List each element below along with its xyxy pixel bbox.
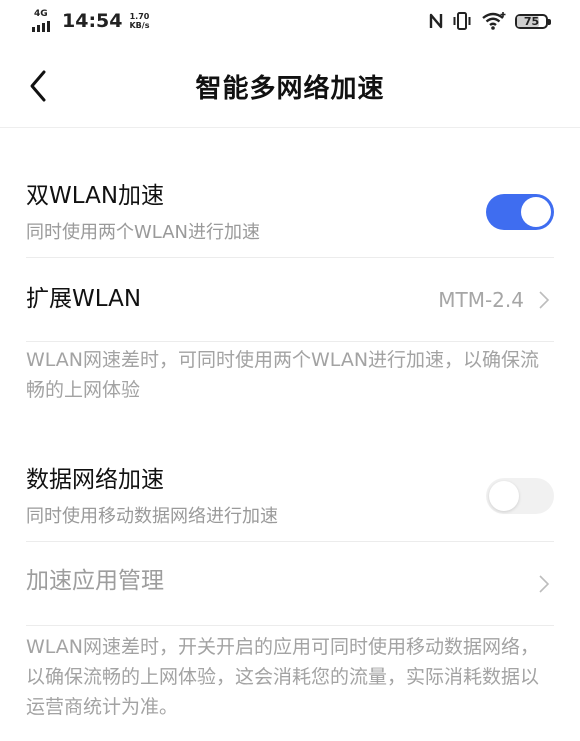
wlan-note: WLAN网速差时，可同时使用两个WLAN进行加速，以确保流畅的上网体验	[26, 349, 540, 401]
page-title: 智能多网络加速	[195, 74, 385, 104]
data-note: WLAN网速差时，开关开启的应用可同时使用移动数据网络，以确保流畅的上网体验，这…	[26, 636, 540, 718]
network-speed: 1.70 KB/s	[129, 12, 149, 30]
chevron-right-icon	[539, 291, 550, 309]
battery-percent: 75	[523, 14, 540, 28]
signal-icon: 4G	[32, 9, 58, 32]
extend-wlan-title: 扩展WLAN	[26, 286, 142, 312]
data-network-title: 数据网络加速	[26, 467, 164, 493]
data-network-row[interactable]: 数据网络加速 同时使用移动数据网络进行加速	[0, 452, 580, 542]
battery-icon: 75	[515, 13, 551, 29]
vibrate-icon	[453, 12, 471, 30]
row-divider	[26, 625, 554, 626]
row-divider	[26, 341, 554, 342]
extend-wlan-value: MTM-2.4	[438, 288, 524, 312]
header: 智能多网络加速	[0, 44, 580, 128]
status-bar-left: 4G 14:54 1.70 KB/s	[32, 9, 149, 32]
dual-wlan-title: 双WLAN加速	[26, 183, 165, 209]
data-network-toggle[interactable]	[486, 478, 554, 514]
network-speed-unit: KB/s	[129, 21, 150, 30]
data-network-subtitle: 同时使用移动数据网络进行加速	[26, 506, 278, 527]
status-bar: 4G 14:54 1.70 KB/s 75	[0, 0, 580, 44]
network-type: 4G	[34, 9, 48, 19]
app-management-title: 加速应用管理	[26, 568, 164, 594]
app-management-row[interactable]: 加速应用管理	[0, 542, 580, 626]
chevron-right-icon	[539, 575, 550, 593]
dual-wlan-toggle[interactable]	[486, 194, 554, 230]
screen: 4G 14:54 1.70 KB/s 75 智能多网络加速 双WLAN加速 同时…	[0, 0, 580, 741]
toggle-knob	[489, 481, 519, 511]
dual-wlan-subtitle: 同时使用两个WLAN进行加速	[26, 222, 261, 243]
dual-wlan-row[interactable]: 双WLAN加速 同时使用两个WLAN进行加速	[0, 128, 580, 258]
toggle-knob	[521, 197, 551, 227]
clock: 14:54	[62, 10, 123, 32]
network-speed-value: 1.70	[129, 12, 150, 21]
status-bar-right: 75	[429, 11, 551, 31]
extend-wlan-row[interactable]: 扩展WLAN MTM-2.4	[0, 258, 580, 342]
wifi-icon	[482, 12, 506, 30]
nfc-icon	[429, 13, 443, 29]
